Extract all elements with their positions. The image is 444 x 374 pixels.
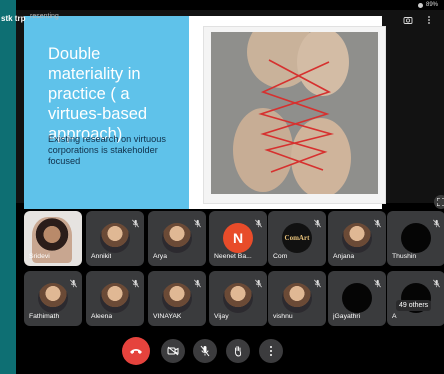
participant-name: vishnu (273, 313, 293, 320)
mic-off-icon (200, 345, 210, 357)
muted-mic-icon (193, 215, 202, 228)
participant-avatar (162, 223, 192, 253)
participant-tile[interactable]: N Neenet Ba... (209, 211, 267, 266)
microphone-toggle-button[interactable] (193, 339, 217, 363)
slide-title-panel: Double materiality in practice ( a virtu… (24, 16, 189, 209)
muted-mic-icon (373, 275, 382, 288)
participant-tile[interactable]: A 49 others (387, 271, 444, 326)
participant-name: Arya (153, 253, 167, 260)
participant-tile[interactable]: Annikit (86, 211, 144, 266)
more-options-button[interactable] (259, 339, 283, 363)
participant-avatar (100, 283, 130, 313)
participant-name: Neenet Ba... (214, 253, 252, 260)
fullscreen-button[interactable] (434, 195, 444, 209)
participant-avatar: ComArt (282, 223, 312, 253)
participant-tile[interactable]: Anjana (328, 211, 386, 266)
participant-tile[interactable]: Fathimath (24, 271, 82, 326)
participant-tile[interactable]: Aleena (86, 271, 144, 326)
muted-mic-icon (69, 275, 78, 288)
hang-up-icon (130, 349, 142, 354)
muted-mic-icon (254, 275, 263, 288)
others-count-badge[interactable]: 49 others (396, 300, 432, 311)
camera-toggle-button[interactable] (161, 339, 185, 363)
call-controls (0, 330, 444, 374)
more-vertical-icon (270, 346, 272, 356)
participant-tile[interactable]: ComArt Com (268, 211, 326, 266)
status-indicators: 89% (417, 0, 438, 10)
wifi-icon (417, 2, 423, 8)
participant-name: VINAYAK (153, 313, 182, 320)
shared-screen[interactable]: Double materiality in practice ( a virtu… (16, 10, 444, 209)
camera-off-icon (167, 346, 179, 356)
participant-name: Fathimath (29, 313, 60, 320)
presentation-slide: Double materiality in practice ( a virtu… (24, 16, 386, 209)
switch-camera-icon[interactable] (403, 15, 413, 25)
participant-avatar (162, 283, 192, 313)
raise-hand-icon (234, 346, 242, 357)
muted-mic-icon (432, 275, 441, 288)
participant-avatar: N (223, 223, 253, 253)
muted-mic-icon (131, 215, 140, 228)
more-options-top-icon[interactable] (424, 15, 434, 25)
participant-tile[interactable]: Arya (148, 211, 206, 266)
muted-mic-icon (193, 275, 202, 288)
participant-avatar (401, 223, 431, 253)
participant-name: Anjana (333, 253, 355, 260)
slide-title: Double materiality in practice ( a virtu… (48, 45, 148, 143)
left-app-strip: stk trp (0, 0, 25, 374)
battery-level: 89% (425, 2, 438, 8)
app-strip-label: stk trp (1, 14, 26, 23)
participant-name: Sridevi (29, 253, 50, 260)
slide-body-text: Existing research on virtuous corporatio… (48, 134, 166, 166)
participant-name: jGayathri (333, 313, 361, 320)
raise-hand-button[interactable] (226, 339, 250, 363)
participant-tile[interactable]: Vijay (209, 271, 267, 326)
participant-name: Thushin (392, 253, 417, 260)
muted-mic-icon (313, 215, 322, 228)
participant-tile[interactable]: VINAYAK (148, 271, 206, 326)
muted-mic-icon (313, 275, 322, 288)
participant-avatar (282, 283, 312, 313)
fullscreen-icon (437, 198, 444, 206)
participant-avatar (38, 283, 68, 313)
end-call-button[interactable] (122, 337, 150, 365)
slide-photo-hands-string (211, 32, 378, 194)
muted-mic-icon (432, 215, 441, 228)
status-bar: 89% (0, 0, 444, 10)
muted-mic-icon (373, 215, 382, 228)
participant-name: Annikit (91, 253, 112, 260)
participant-avatar (342, 283, 372, 313)
muted-mic-icon (131, 275, 140, 288)
participant-tile[interactable]: Thushin (387, 211, 444, 266)
participant-name: Vijay (214, 313, 229, 320)
participant-name: Aleena (91, 313, 113, 320)
participant-avatar (100, 223, 130, 253)
participant-name: Com (273, 253, 288, 260)
participant-avatar (223, 283, 253, 313)
participant-tile[interactable]: vishnu (268, 271, 326, 326)
participant-tile[interactable]: Sridevi (24, 211, 82, 266)
participant-tile[interactable]: jGayathri (328, 271, 386, 326)
participant-name: A (392, 313, 397, 320)
participant-avatar (342, 223, 372, 253)
muted-mic-icon (254, 215, 263, 228)
presenting-label: resenting (30, 13, 59, 20)
